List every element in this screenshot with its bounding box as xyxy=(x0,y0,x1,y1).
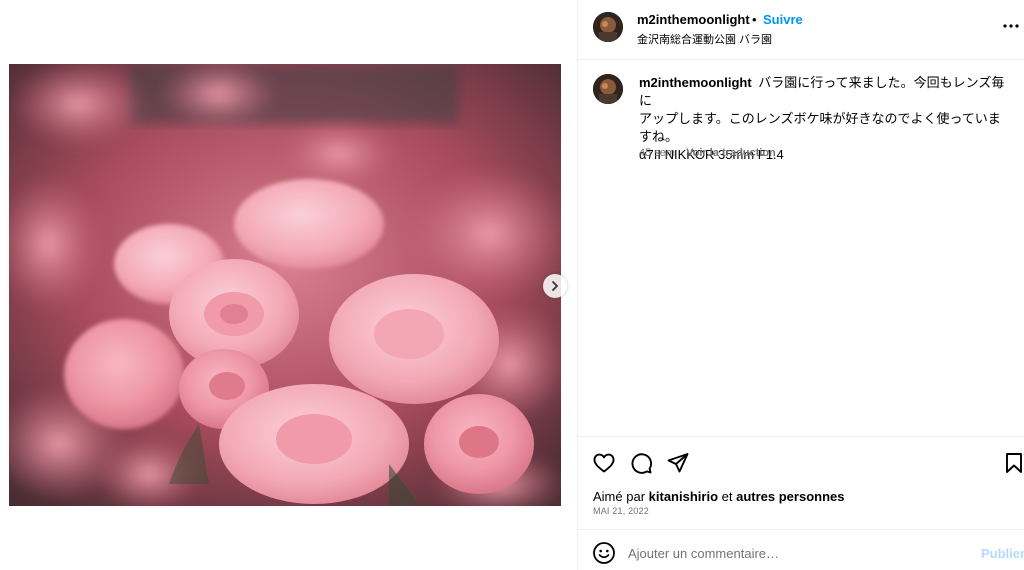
likes-others-link[interactable]: autres personnes xyxy=(736,489,844,504)
author-avatar[interactable] xyxy=(593,12,623,42)
follow-button[interactable]: Suivre xyxy=(763,12,803,27)
next-photo-button[interactable] xyxy=(543,274,567,298)
caption-age[interactable]: 45 sem xyxy=(639,147,675,159)
emoji-icon xyxy=(593,542,615,564)
media-pane xyxy=(0,0,577,570)
instagram-post-page: m2inthemoonlight • Suivre 金沢南総合運動公園 バラ園 xyxy=(0,0,1024,570)
separator-dot: • xyxy=(752,12,757,27)
likes-joiner: et xyxy=(721,489,733,504)
save-button[interactable] xyxy=(1002,451,1024,475)
caption-line-2: アップします。このレンズボケ味が好きなのでよく使っていま xyxy=(639,111,1001,126)
comment-icon xyxy=(631,453,653,474)
more-options-button[interactable] xyxy=(1002,18,1020,34)
avatar-image xyxy=(593,12,623,42)
heart-icon xyxy=(593,453,615,473)
post-location[interactable]: 金沢南総合運動公園 バラ園 xyxy=(637,31,772,47)
post-photo[interactable] xyxy=(9,64,561,506)
post-side-pane: m2inthemoonlight • Suivre 金沢南総合運動公園 バラ園 xyxy=(577,0,1024,570)
see-translation-link[interactable]: Voir la traduction xyxy=(686,147,776,159)
likes-summary: Aimé par kitanishirio et autres personne… xyxy=(593,489,844,504)
caption-avatar[interactable] xyxy=(593,74,623,104)
emoji-button[interactable] xyxy=(592,541,616,565)
author-username[interactable]: m2inthemoonlight xyxy=(637,12,750,27)
post-header: m2inthemoonlight • Suivre 金沢南総合運動公園 バラ園 xyxy=(578,0,1024,60)
comment-input[interactable] xyxy=(628,540,968,566)
liked-by-user[interactable]: kitanishirio xyxy=(649,489,718,504)
likes-prefix: Aimé par xyxy=(593,489,646,504)
caption-section: m2inthemoonlight バラ園に行って来ました。今回もレンズ毎に アッ… xyxy=(578,60,1024,436)
chevron-right-icon xyxy=(552,281,558,291)
rose-photo xyxy=(9,64,561,506)
send-icon xyxy=(667,453,689,473)
caption-line-3: すね。 xyxy=(639,129,679,144)
caption-username[interactable]: m2inthemoonlight xyxy=(639,75,752,90)
avatar-image xyxy=(593,74,623,104)
caption-meta: 45 sem Voir la traduction xyxy=(639,147,776,159)
post-date[interactable]: MAI 21, 2022 xyxy=(593,506,649,516)
comment-bar: Publier xyxy=(578,529,1024,570)
share-button[interactable] xyxy=(666,451,690,475)
more-dots-icon xyxy=(1003,24,1019,28)
action-bar xyxy=(578,436,1024,486)
bookmark-icon xyxy=(1006,453,1022,473)
publish-button[interactable]: Publier xyxy=(981,546,1024,561)
comment-button[interactable] xyxy=(629,451,653,475)
like-button[interactable] xyxy=(592,451,616,475)
